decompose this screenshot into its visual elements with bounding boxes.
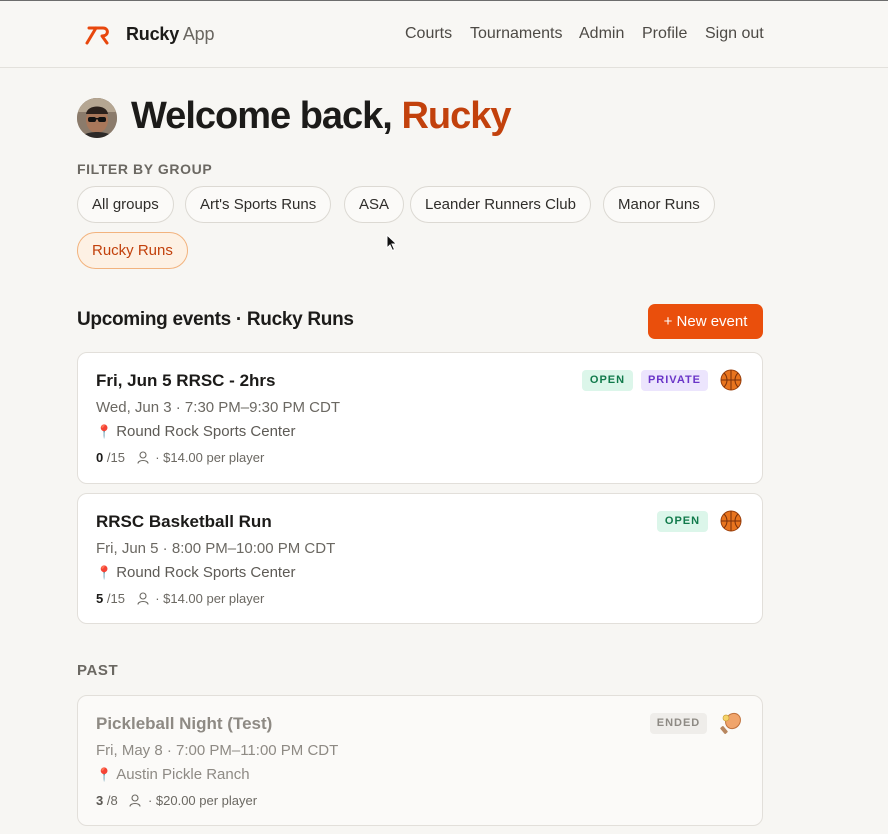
nav-link-admin[interactable]: Admin [579, 25, 624, 43]
welcome-user-name: Rucky [401, 95, 511, 137]
new-event-button[interactable]: + New event [648, 304, 763, 339]
location-name: Round Rock Sports Center [116, 423, 296, 440]
event-capacity-price: 3 /8 · $20.00 per player [96, 793, 257, 808]
location-name: Austin Pickle Ranch [116, 766, 250, 783]
brand-secondary: App [182, 24, 215, 44]
capacity: /15 [106, 450, 125, 465]
nav-link-profile[interactable]: Profile [642, 25, 687, 43]
event-location: 📍 Austin Pickle Ranch [96, 766, 250, 783]
price: · $14.00 per player [155, 450, 265, 465]
event-location: 📍 Round Rock Sports Center [96, 564, 295, 581]
person-icon [129, 794, 141, 807]
mouse-cursor-icon [386, 234, 398, 252]
group-chip-all-groups[interactable]: All groups [77, 186, 174, 223]
event-title[interactable]: Pickleball Night (Test) [96, 714, 272, 734]
status-badge-open: OPEN [582, 370, 633, 391]
pickleball-icon [720, 712, 741, 734]
event-datetime: Fri, May 8 · 7:00 PM–11:00 PM CDT [96, 742, 339, 759]
rucky-logo-icon[interactable] [85, 25, 111, 45]
attendee-count: 0 [96, 450, 104, 465]
group-chip-rucky-runs[interactable]: Rucky Runs [77, 232, 188, 269]
person-icon [137, 451, 149, 464]
event-card[interactable]: RRSC Basketball Run OPEN Fri, Jun 5 · 8:… [77, 493, 763, 624]
nav-link-courts[interactable]: Courts [405, 25, 452, 43]
event-card-past[interactable]: Pickleball Night (Test) ENDED Fri, May 8… [77, 695, 763, 826]
event-title[interactable]: Fri, Jun 5 RRSC - 2hrs [96, 371, 275, 391]
filter-by-group-label: FILTER BY GROUP [77, 161, 213, 177]
price: · $14.00 per player [155, 591, 265, 606]
welcome-heading: Welcome back, Rucky [131, 95, 512, 138]
group-chip-asa[interactable]: ASA [344, 186, 405, 223]
capacity: /15 [106, 591, 125, 606]
attendee-count: 5 [96, 591, 104, 606]
nav-link-sign-out[interactable]: Sign out [705, 25, 764, 43]
group-chip-manor-runs[interactable]: Manor Runs [603, 186, 715, 223]
location-pin-icon: 📍 [96, 565, 113, 580]
basketball-icon [720, 510, 742, 532]
group-chip-leander-runners-club[interactable]: Leander Runners Club [410, 186, 591, 223]
event-location: 📍 Round Rock Sports Center [96, 423, 295, 440]
brand-primary: Rucky [126, 24, 180, 44]
location-pin-icon: 📍 [96, 767, 113, 782]
app-brand[interactable]: Rucky App [126, 24, 214, 45]
event-capacity-price: 5 /15 · $14.00 per player [96, 591, 264, 606]
user-avatar[interactable] [77, 98, 117, 138]
group-chip-arts-sports-runs[interactable]: Art's Sports Runs [185, 186, 332, 223]
event-datetime: Fri, Jun 5 · 8:00 PM–10:00 PM CDT [96, 540, 336, 557]
basketball-icon [720, 369, 742, 391]
welcome-prefix: Welcome back, [131, 95, 393, 137]
price: · $20.00 per player [147, 793, 258, 808]
location-pin-icon: 📍 [96, 424, 113, 439]
event-datetime: Wed, Jun 3 · 7:30 PM–9:30 PM CDT [96, 399, 340, 416]
upcoming-events-heading: Upcoming events · Rucky Runs [77, 309, 354, 330]
event-card[interactable]: Fri, Jun 5 RRSC - 2hrs OPEN PRIVATE Wed,… [77, 352, 763, 484]
top-navigation-bar: Rucky App Courts Tournaments Admin Profi… [0, 0, 888, 68]
person-icon [137, 592, 149, 605]
status-badge-ended: ENDED [650, 713, 707, 734]
event-title[interactable]: RRSC Basketball Run [96, 512, 272, 532]
capacity: /8 [106, 793, 118, 808]
past-section-label: PAST [77, 662, 119, 679]
location-name: Round Rock Sports Center [116, 564, 296, 581]
attendee-count: 3 [96, 793, 104, 808]
status-badge-open: OPEN [657, 511, 708, 532]
visibility-badge-private: PRIVATE [641, 370, 708, 391]
event-capacity-price: 0 /15 · $14.00 per player [96, 450, 264, 465]
nav-link-tournaments[interactable]: Tournaments [470, 25, 563, 43]
